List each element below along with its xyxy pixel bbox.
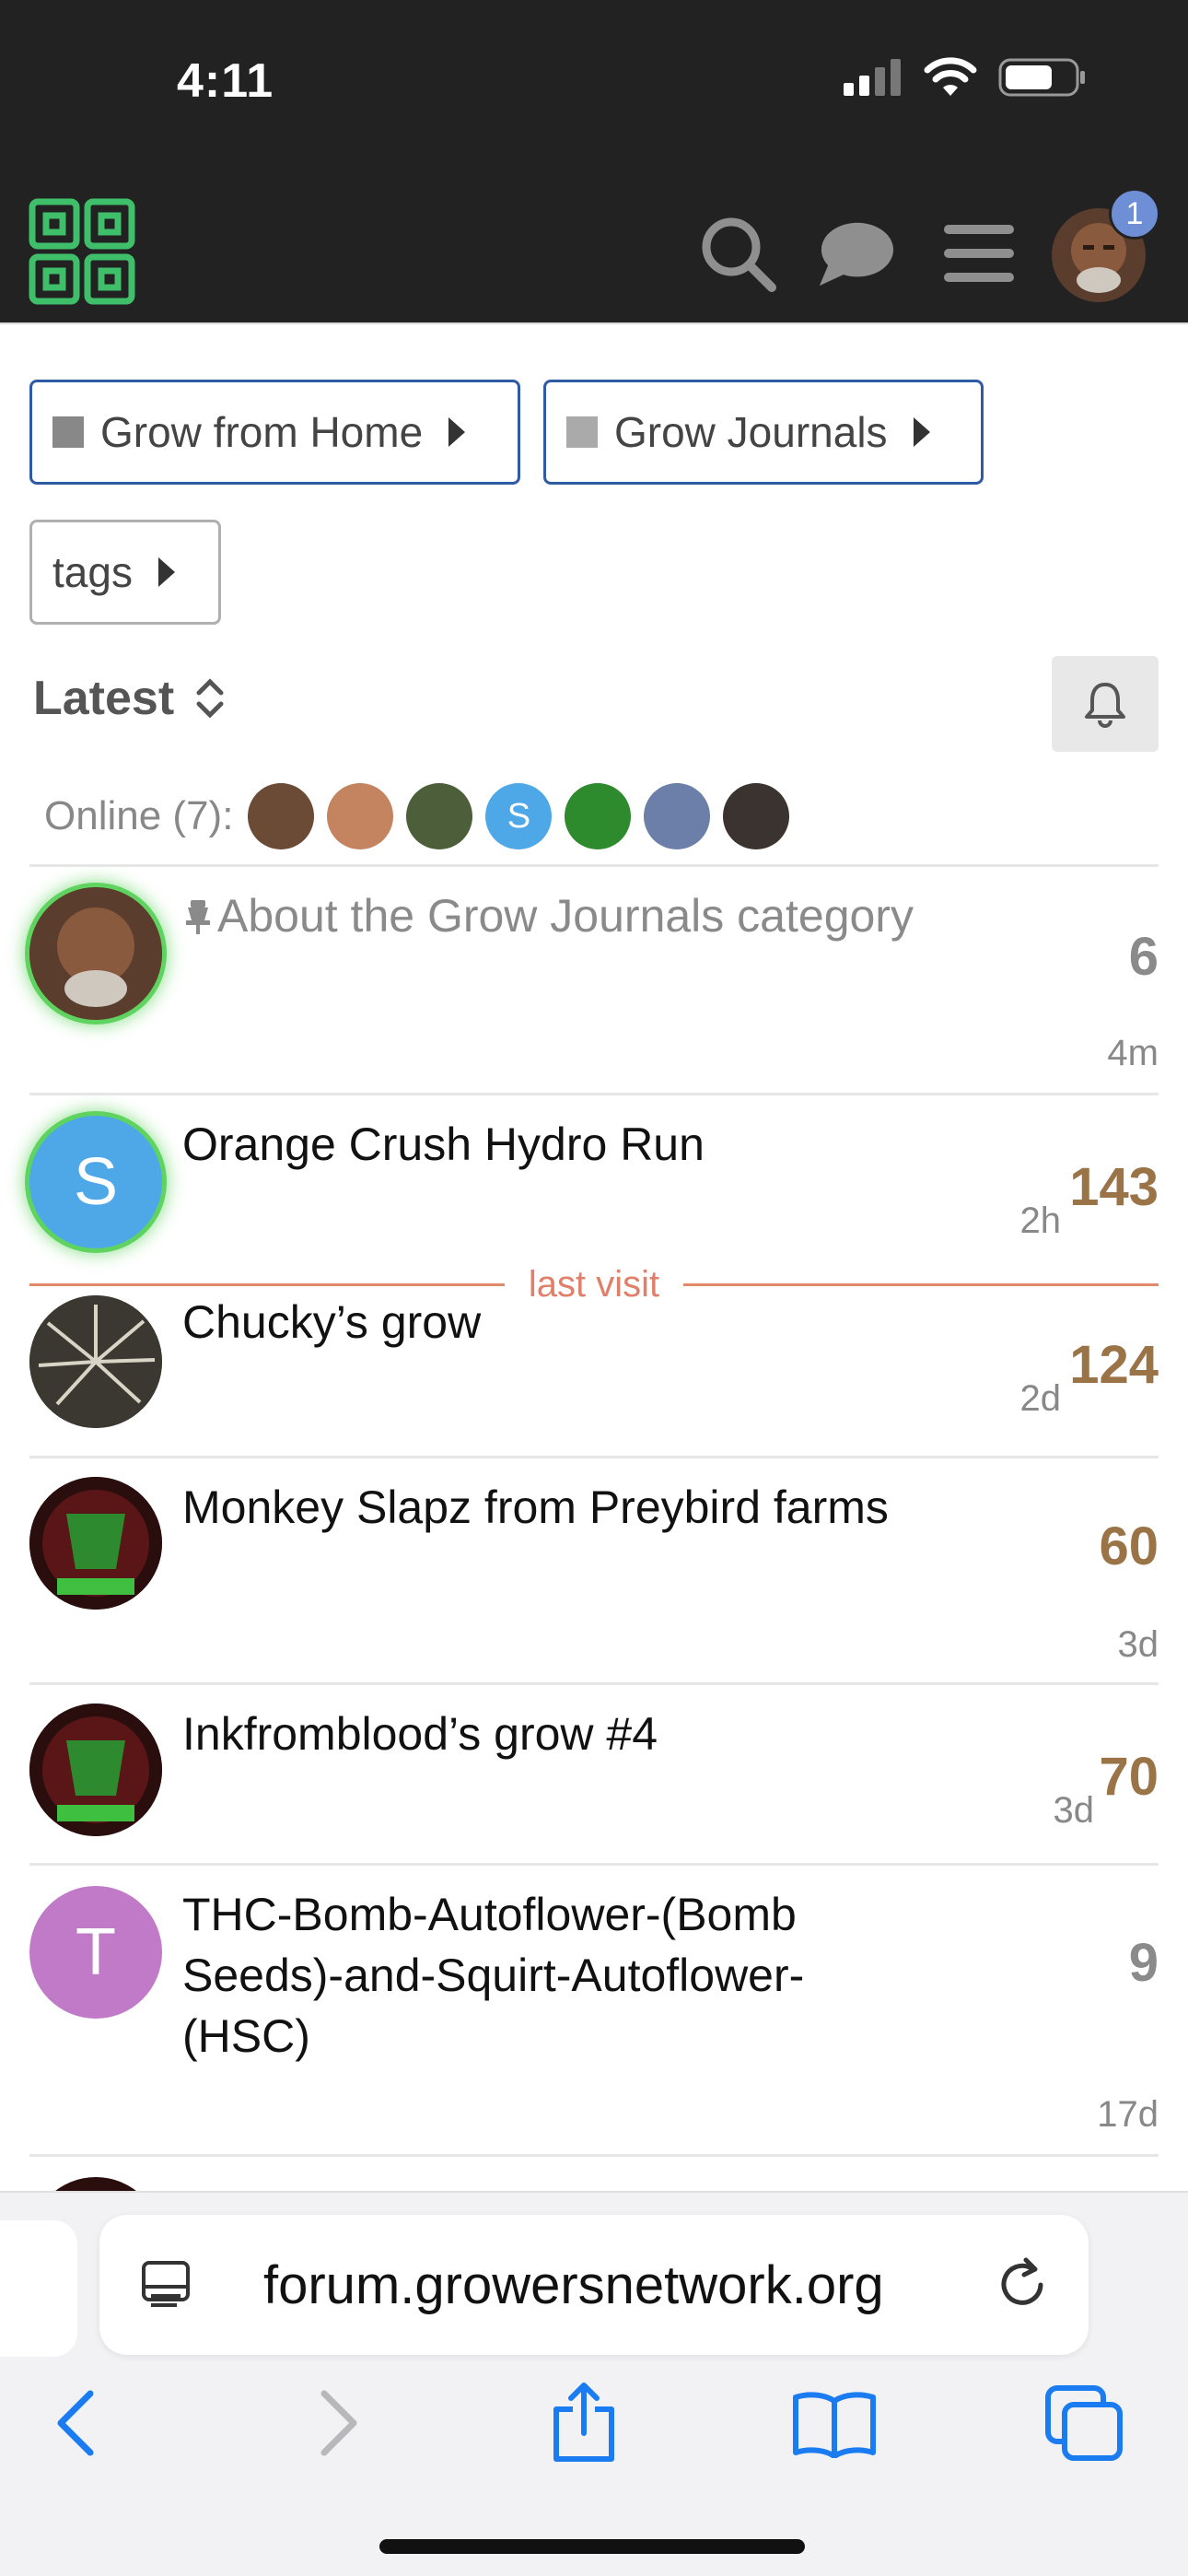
activity-age[interactable]: 3d bbox=[1118, 1624, 1159, 1666]
topic-title[interactable]: Orange Crush Hydro Run bbox=[182, 1114, 919, 1175]
topic-title[interactable]: About the Grow Journals category bbox=[182, 885, 919, 946]
activity-age[interactable]: 4m bbox=[1107, 1033, 1159, 1074]
home-indicator bbox=[379, 2539, 805, 2554]
chat-icon[interactable] bbox=[816, 214, 895, 293]
topic-author-avatar[interactable] bbox=[29, 887, 162, 1020]
search-icon[interactable] bbox=[698, 214, 777, 293]
reply-count: 9 bbox=[1128, 1933, 1159, 1993]
caret-right-icon bbox=[448, 417, 466, 447]
activity-age[interactable]: 3d bbox=[1054, 1790, 1095, 1832]
bell-icon bbox=[1085, 683, 1125, 728]
bookmarks-icon[interactable] bbox=[788, 2377, 880, 2469]
battery-icon bbox=[998, 58, 1085, 97]
topic-row[interactable]: About the Grow Journals category 6 4m bbox=[29, 864, 1159, 1093]
list-filter-dropdown[interactable]: Latest bbox=[33, 671, 226, 726]
site-logo-icon[interactable] bbox=[28, 197, 136, 306]
activity-age[interactable]: 17d bbox=[1097, 2094, 1159, 2136]
forum-header: 1 bbox=[0, 175, 1188, 324]
url-text[interactable]: forum.growersnetwork.org bbox=[263, 2254, 884, 2316]
topic-title-text: About the Grow Journals category bbox=[217, 890, 914, 942]
online-label: Online (7): bbox=[44, 793, 234, 838]
category-color-swatch bbox=[52, 416, 84, 448]
reply-count: 124 bbox=[1069, 1335, 1159, 1395]
topic-row[interactable]: Monkey Slapz from Preybird farms 60 3d bbox=[29, 1456, 1159, 1684]
pin-icon bbox=[186, 900, 210, 934]
topic-author-avatar[interactable] bbox=[29, 1477, 162, 1610]
reload-icon[interactable] bbox=[995, 2256, 1052, 2313]
reply-count: 70 bbox=[1099, 1747, 1159, 1807]
online-users: Online (7): S bbox=[44, 783, 790, 849]
topic-author-avatar[interactable]: T bbox=[29, 1886, 162, 2019]
online-user-avatar[interactable] bbox=[248, 783, 315, 849]
share-icon[interactable] bbox=[538, 2377, 630, 2469]
tabs-icon[interactable] bbox=[1039, 2377, 1131, 2469]
topic-row[interactable]: S Orange Crush Hydro Run 143 2h bbox=[29, 1093, 1159, 1273]
activity-age[interactable]: 2h bbox=[1020, 1200, 1062, 1242]
caret-right-icon bbox=[913, 417, 930, 447]
caret-right-icon bbox=[157, 557, 175, 587]
previous-tab-preview[interactable] bbox=[0, 2220, 77, 2357]
category-color-swatch bbox=[566, 416, 598, 448]
list-filter-label: Latest bbox=[33, 672, 175, 725]
status-bar: 4:11 bbox=[0, 0, 1188, 175]
online-user-avatar[interactable]: S bbox=[485, 783, 553, 849]
online-user-avatar[interactable] bbox=[406, 783, 473, 849]
topic-author-avatar[interactable]: S bbox=[29, 1116, 162, 1248]
online-user-avatar[interactable] bbox=[565, 783, 632, 849]
category-dropdown[interactable]: Grow from Home bbox=[29, 380, 520, 485]
activity-age[interactable]: 2d bbox=[1020, 1378, 1062, 1420]
status-icons bbox=[842, 57, 1087, 98]
chevron-up-down-icon bbox=[196, 678, 224, 719]
reply-count: 60 bbox=[1099, 1516, 1159, 1576]
back-icon[interactable] bbox=[31, 2377, 123, 2469]
cellular-signal-icon bbox=[844, 59, 901, 96]
notification-badge[interactable]: 1 bbox=[1109, 188, 1160, 240]
category-label: Grow from Home bbox=[100, 408, 424, 456]
topic-row[interactable] bbox=[29, 2154, 1159, 2310]
subcategory-label: Grow Journals bbox=[614, 408, 888, 456]
online-user-avatar[interactable] bbox=[723, 783, 790, 849]
topic-row[interactable]: Inkfromblood’s grow #4 70 3d bbox=[29, 1682, 1159, 1863]
reply-count: 143 bbox=[1069, 1157, 1159, 1217]
topic-row[interactable]: Chucky’s grow 124 2d bbox=[29, 1277, 1159, 1458]
forward-icon[interactable] bbox=[291, 2377, 383, 2469]
wifi-icon bbox=[924, 57, 977, 96]
reply-count: 6 bbox=[1128, 927, 1159, 987]
topic-author-avatar[interactable] bbox=[29, 1704, 162, 1836]
tags-dropdown[interactable]: tags bbox=[29, 520, 221, 625]
topic-author-avatar[interactable] bbox=[29, 1295, 162, 1428]
tags-label: tags bbox=[52, 548, 133, 596]
topic-title[interactable]: Inkfromblood’s grow #4 bbox=[182, 1704, 919, 1764]
subcategory-dropdown[interactable]: Grow Journals bbox=[543, 380, 984, 485]
online-user-avatar[interactable] bbox=[644, 783, 711, 849]
page-menu-icon[interactable] bbox=[140, 2257, 195, 2313]
browser-toolbar: forum.growersnetwork.org bbox=[0, 2191, 1188, 2576]
topic-title[interactable]: Monkey Slapz from Preybird farms bbox=[182, 1477, 919, 1538]
topic-row[interactable]: T THC-Bomb-Autoflower-(Bomb Seeds)-and-S… bbox=[29, 1863, 1159, 2152]
online-user-avatar[interactable] bbox=[327, 783, 394, 849]
notification-level-button[interactable] bbox=[1052, 656, 1159, 752]
topic-title[interactable]: THC-Bomb-Autoflower-(Bomb Seeds)-and-Squ… bbox=[182, 1884, 919, 2067]
menu-icon[interactable] bbox=[939, 214, 1019, 293]
address-bar[interactable]: forum.growersnetwork.org bbox=[99, 2215, 1089, 2355]
status-time: 4:11 bbox=[177, 54, 274, 108]
topic-title[interactable]: Chucky’s grow bbox=[182, 1292, 919, 1352]
